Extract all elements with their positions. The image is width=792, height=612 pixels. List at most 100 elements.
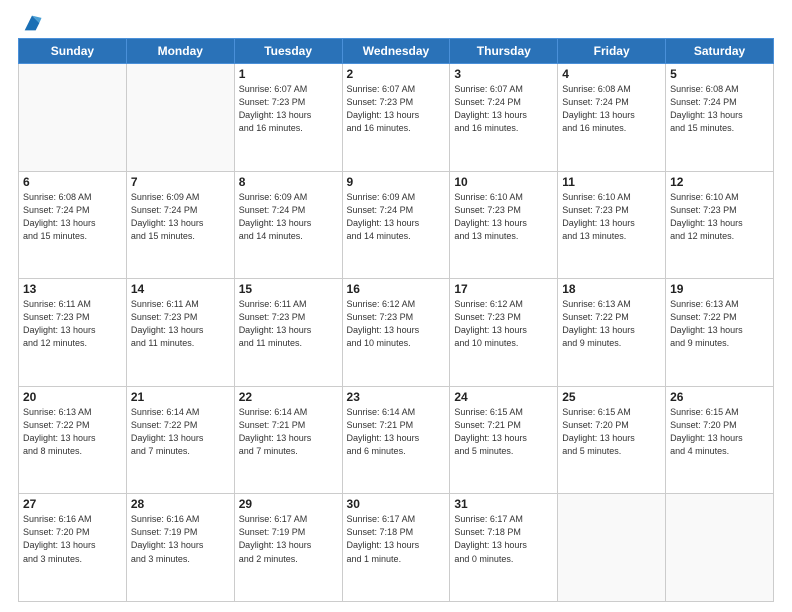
day-number: 20 [23,390,122,404]
weekday-header-saturday: Saturday [666,39,774,64]
calendar-week-2: 13Sunrise: 6:11 AM Sunset: 7:23 PM Dayli… [19,279,774,387]
weekday-header-monday: Monday [126,39,234,64]
calendar-cell: 19 Sunrise: 6:13 AM Sunset: 7:22 PM Dayli… [666,279,774,387]
calendar-table: SundayMondayTuesdayWednesdayThursdayFrid… [18,38,774,602]
calendar-cell: 3Sunrise: 6:07 AM Sunset: 7:24 PM Daylig… [450,64,558,172]
day-number: 5 [670,67,769,81]
day-info: Sunrise: 6:07 AM Sunset: 7:23 PM Dayligh… [347,83,446,135]
day-number: 31 [454,497,553,511]
calendar-cell: 14 Sunrise: 6:11 AM Sunset: 7:23 PM Dayli… [126,279,234,387]
weekday-header-friday: Friday [558,39,666,64]
day-info: Sunrise: 6:07 AM Sunset: 7:24 PM Dayligh… [454,83,553,135]
day-info: Sunrise: 6:09 AM Sunset: 7:24 PM Dayligh… [239,191,338,243]
calendar-week-4: 27 Sunrise: 6:16 AM Sunset: 7:20 PM Dayli… [19,494,774,602]
day-info: Sunrise: 6:10 AM Sunset: 7:23 PM Dayligh… [562,191,661,243]
calendar-cell [666,494,774,602]
calendar-cell: 12 Sunrise: 6:10 AM Sunset: 7:23 PM Dayli… [666,171,774,279]
calendar-cell: 30 Sunrise: 6:17 AM Sunset: 7:18 PM Dayli… [342,494,450,602]
day-number: 17 [454,282,553,296]
calendar-cell: 21 Sunrise: 6:14 AM Sunset: 7:22 PM Dayli… [126,386,234,494]
calendar-cell: 23 Sunrise: 6:14 AM Sunset: 7:21 PM Dayli… [342,386,450,494]
day-number: 2 [347,67,446,81]
weekday-header-sunday: Sunday [19,39,127,64]
day-number: 7 [131,175,230,189]
calendar-cell: 29Sunrise: 6:17 AM Sunset: 7:19 PM Dayli… [234,494,342,602]
calendar-cell: 27 Sunrise: 6:16 AM Sunset: 7:20 PM Dayli… [19,494,127,602]
day-info: Sunrise: 6:08 AM Sunset: 7:24 PM Dayligh… [562,83,661,135]
header [18,10,774,34]
day-info: Sunrise: 6:09 AM Sunset: 7:24 PM Dayligh… [347,191,446,243]
day-info: Sunrise: 6:14 AM Sunset: 7:21 PM Dayligh… [239,406,338,458]
day-info: Sunrise: 6:12 AM Sunset: 7:23 PM Dayligh… [454,298,553,350]
day-number: 26 [670,390,769,404]
calendar-cell: 13Sunrise: 6:11 AM Sunset: 7:23 PM Dayli… [19,279,127,387]
calendar-cell: 11 Sunrise: 6:10 AM Sunset: 7:23 PM Dayli… [558,171,666,279]
calendar-cell: 18Sunrise: 6:13 AM Sunset: 7:22 PM Dayli… [558,279,666,387]
day-info: Sunrise: 6:13 AM Sunset: 7:22 PM Dayligh… [562,298,661,350]
calendar-cell: 1Sunrise: 6:07 AM Sunset: 7:23 PM Daylig… [234,64,342,172]
calendar-cell [126,64,234,172]
day-info: Sunrise: 6:16 AM Sunset: 7:19 PM Dayligh… [131,513,230,565]
day-number: 16 [347,282,446,296]
day-number: 27 [23,497,122,511]
day-info: Sunrise: 6:08 AM Sunset: 7:24 PM Dayligh… [23,191,122,243]
weekday-header-row: SundayMondayTuesdayWednesdayThursdayFrid… [19,39,774,64]
day-info: Sunrise: 6:11 AM Sunset: 7:23 PM Dayligh… [239,298,338,350]
day-number: 23 [347,390,446,404]
day-number: 12 [670,175,769,189]
calendar-cell: 25 Sunrise: 6:15 AM Sunset: 7:20 PM Dayli… [558,386,666,494]
calendar-cell: 10Sunrise: 6:10 AM Sunset: 7:23 PM Dayli… [450,171,558,279]
calendar-cell: 20Sunrise: 6:13 AM Sunset: 7:22 PM Dayli… [19,386,127,494]
day-info: Sunrise: 6:17 AM Sunset: 7:18 PM Dayligh… [454,513,553,565]
day-info: Sunrise: 6:10 AM Sunset: 7:23 PM Dayligh… [670,191,769,243]
logo-icon [21,12,43,34]
day-number: 6 [23,175,122,189]
day-number: 22 [239,390,338,404]
day-number: 21 [131,390,230,404]
calendar-cell [19,64,127,172]
calendar-cell: 31 Sunrise: 6:17 AM Sunset: 7:18 PM Dayli… [450,494,558,602]
day-info: Sunrise: 6:10 AM Sunset: 7:23 PM Dayligh… [454,191,553,243]
weekday-header-tuesday: Tuesday [234,39,342,64]
day-info: Sunrise: 6:17 AM Sunset: 7:18 PM Dayligh… [347,513,446,565]
day-info: Sunrise: 6:13 AM Sunset: 7:22 PM Dayligh… [670,298,769,350]
day-info: Sunrise: 6:15 AM Sunset: 7:20 PM Dayligh… [562,406,661,458]
day-info: Sunrise: 6:15 AM Sunset: 7:21 PM Dayligh… [454,406,553,458]
day-number: 30 [347,497,446,511]
day-number: 24 [454,390,553,404]
calendar-cell: 22 Sunrise: 6:14 AM Sunset: 7:21 PM Dayli… [234,386,342,494]
calendar-cell: 28 Sunrise: 6:16 AM Sunset: 7:19 PM Dayli… [126,494,234,602]
calendar-cell: 17 Sunrise: 6:12 AM Sunset: 7:23 PM Dayli… [450,279,558,387]
day-info: Sunrise: 6:14 AM Sunset: 7:21 PM Dayligh… [347,406,446,458]
day-number: 4 [562,67,661,81]
day-number: 11 [562,175,661,189]
calendar-week-3: 20Sunrise: 6:13 AM Sunset: 7:22 PM Dayli… [19,386,774,494]
day-info: Sunrise: 6:15 AM Sunset: 7:20 PM Dayligh… [670,406,769,458]
calendar-cell: 6 Sunrise: 6:08 AM Sunset: 7:24 PM Daylig… [19,171,127,279]
calendar-cell: 15Sunrise: 6:11 AM Sunset: 7:23 PM Dayli… [234,279,342,387]
day-number: 29 [239,497,338,511]
calendar-cell: 2 Sunrise: 6:07 AM Sunset: 7:23 PM Daylig… [342,64,450,172]
day-number: 25 [562,390,661,404]
day-number: 8 [239,175,338,189]
day-info: Sunrise: 6:07 AM Sunset: 7:23 PM Dayligh… [239,83,338,135]
calendar-cell: 26 Sunrise: 6:15 AM Sunset: 7:20 PM Dayli… [666,386,774,494]
day-info: Sunrise: 6:09 AM Sunset: 7:24 PM Dayligh… [131,191,230,243]
calendar-cell: 4 Sunrise: 6:08 AM Sunset: 7:24 PM Daylig… [558,64,666,172]
day-info: Sunrise: 6:14 AM Sunset: 7:22 PM Dayligh… [131,406,230,458]
day-info: Sunrise: 6:11 AM Sunset: 7:23 PM Dayligh… [131,298,230,350]
day-number: 9 [347,175,446,189]
day-info: Sunrise: 6:16 AM Sunset: 7:20 PM Dayligh… [23,513,122,565]
calendar-cell: 16Sunrise: 6:12 AM Sunset: 7:23 PM Dayli… [342,279,450,387]
calendar-cell [558,494,666,602]
weekday-header-thursday: Thursday [450,39,558,64]
day-number: 14 [131,282,230,296]
calendar-cell: 24 Sunrise: 6:15 AM Sunset: 7:21 PM Dayli… [450,386,558,494]
day-number: 28 [131,497,230,511]
calendar-week-1: 6 Sunrise: 6:08 AM Sunset: 7:24 PM Daylig… [19,171,774,279]
weekday-header-wednesday: Wednesday [342,39,450,64]
calendar-cell: 9 Sunrise: 6:09 AM Sunset: 7:24 PM Daylig… [342,171,450,279]
day-info: Sunrise: 6:08 AM Sunset: 7:24 PM Dayligh… [670,83,769,135]
day-number: 19 [670,282,769,296]
page: SundayMondayTuesdayWednesdayThursdayFrid… [0,0,792,612]
